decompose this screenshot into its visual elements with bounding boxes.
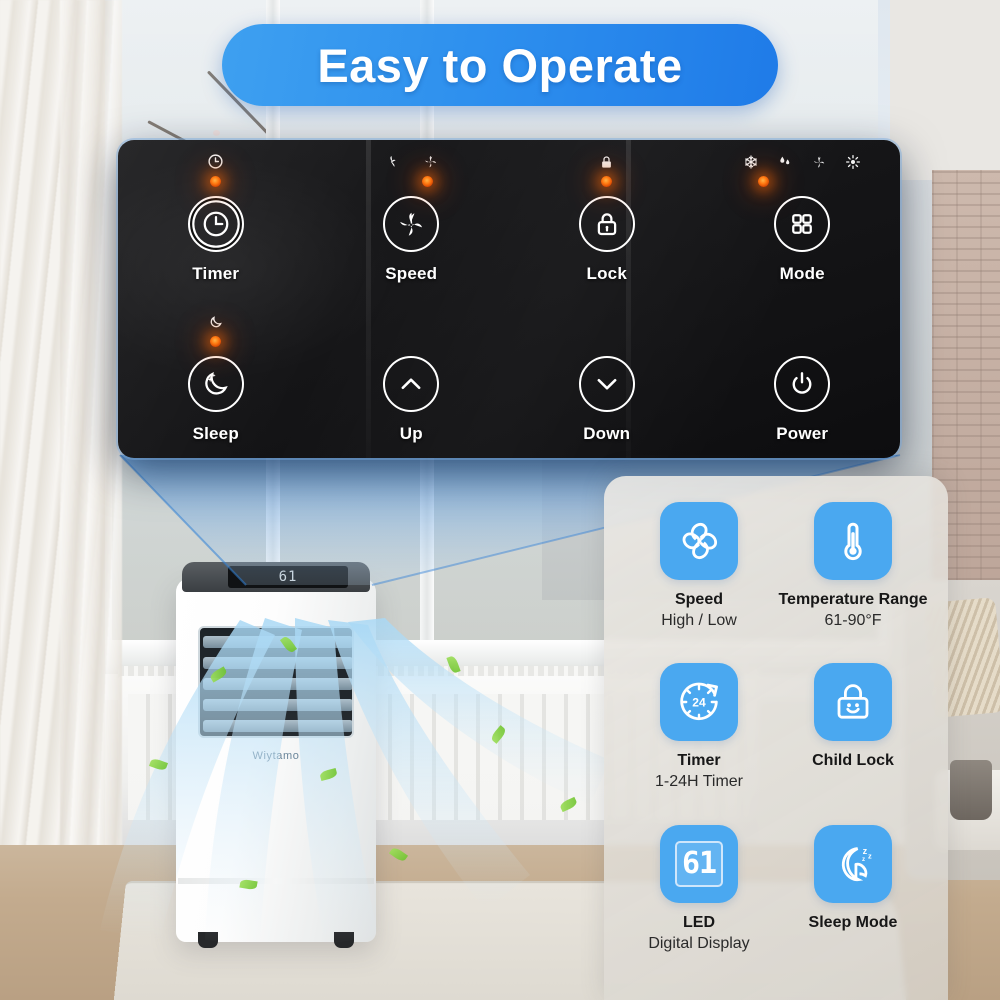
control-panel: Timer Speed Lock Mode Sleep Up Down Powe… [118, 140, 900, 458]
feature-title: Sleep Mode [808, 913, 898, 931]
lock-indicator-row [599, 140, 614, 170]
vase [950, 760, 992, 820]
power-button[interactable]: Power [705, 300, 901, 458]
feature-card-led: 61 LED Digital Display [622, 824, 776, 986]
timer-indicator-row [207, 140, 224, 170]
svg-text:z: z [863, 846, 868, 856]
mode-button[interactable]: Mode [705, 140, 901, 300]
timer-led [210, 175, 222, 187]
timer-button-label: Timer [192, 264, 240, 283]
sleep-indicator-row [208, 300, 224, 330]
feature-card-sleep-mode: z z z Sleep Mode [776, 824, 930, 986]
svg-text:z: z [862, 856, 865, 863]
mode-indicator-row [743, 140, 861, 170]
caster-wheel [334, 932, 354, 948]
feature-title: Temperature Range [778, 591, 928, 608]
feature-title: Speed [674, 591, 723, 608]
feature-card-temperature: Temperature Range 61-90°F [776, 502, 930, 663]
sleep-button[interactable]: Sleep [118, 300, 314, 458]
product-feature-image: Wiytamo 61 Timer Speed Lock Mode Sleep U… [0, 0, 1000, 1000]
clock-indicator-icon [207, 153, 224, 170]
speed-button-label: Speed [385, 264, 438, 283]
header-banner: Easy to Operate [222, 24, 778, 106]
speed-button-icon[interactable] [383, 196, 440, 252]
ac-air-vent [198, 626, 354, 738]
snowflake-indicator-icon [743, 154, 759, 170]
speed-button[interactable]: Speed [314, 140, 510, 300]
ac-display-value: 61 [278, 569, 298, 585]
feature-title: Timer [677, 752, 721, 770]
sleep-button-label: Sleep [192, 424, 239, 443]
timer-24h-icon: 24 [660, 663, 738, 742]
feature-subtitle: Digital Display [648, 934, 750, 952]
down-button-label: Down [583, 424, 631, 443]
timer-tile-text: 24 [692, 696, 706, 710]
ac-top-console: 61 [182, 562, 370, 592]
fan-high-indicator-icon [422, 153, 439, 170]
lock-button-icon[interactable] [578, 196, 635, 252]
sleep-moon-icon: z z z [814, 824, 892, 903]
feature-card-child-lock: Child Lock [776, 663, 930, 824]
feature-subtitle: High / Low [661, 612, 737, 629]
mode-cool-led [757, 175, 769, 187]
led-tile-text: 61 [681, 846, 717, 882]
thermometer-icon [814, 502, 892, 580]
feature-card-speed: Speed High / Low [622, 502, 776, 663]
water-drop-indicator-icon [777, 154, 793, 170]
sleep-led [210, 335, 222, 347]
down-button[interactable]: Down [509, 300, 705, 458]
lock-led [601, 175, 613, 187]
up-button-icon[interactable] [383, 356, 440, 412]
fan-low-indicator-icon [383, 153, 400, 170]
control-button-grid: Timer Speed Lock Mode Sleep Up Down Powe… [118, 140, 900, 458]
mode-button-label: Mode [779, 264, 825, 283]
feature-card-timer: 24 Timer 1-24H Timer [622, 663, 776, 824]
ac-trim-band [178, 878, 374, 884]
product-brand-label: Wiytamo [252, 750, 300, 762]
timer-button[interactable]: Timer [118, 140, 314, 300]
feature-panel: Speed High / Low Temperature Range 61-90… [604, 476, 948, 1000]
feature-title: Child Lock [812, 752, 894, 770]
ac-body: Wiytamo [176, 578, 376, 948]
sun-indicator-icon [845, 154, 861, 170]
power-button-icon[interactable] [774, 356, 831, 412]
caster-wheel [198, 932, 218, 948]
up-button[interactable]: Up [314, 300, 510, 458]
speed-low-led [389, 176, 400, 187]
speed-indicator-row [383, 140, 439, 170]
curtain-sheer [60, 0, 122, 900]
up-button-label: Up [399, 424, 423, 443]
fan-indicator-icon [811, 154, 827, 170]
ac-led-display: 61 [228, 566, 348, 588]
down-button-icon[interactable] [578, 356, 635, 412]
lock-indicator-icon [599, 154, 614, 170]
moon-indicator-icon [208, 314, 224, 330]
power-button-label: Power [776, 424, 829, 443]
led-tile-text-box: 61 [675, 840, 723, 887]
portable-air-conditioner: Wiytamo 61 [176, 562, 376, 948]
lock-button-label: Lock [586, 264, 627, 283]
feature-title: LED [683, 913, 715, 931]
led-display-icon: 61 [660, 824, 738, 903]
mode-button-icon[interactable] [774, 196, 831, 252]
page-title: Easy to Operate [317, 38, 683, 92]
child-lock-icon [814, 663, 892, 742]
svg-text:z: z [868, 851, 872, 860]
speed-high-led [422, 175, 434, 187]
feature-subtitle: 61-90°F [824, 612, 882, 629]
fan-blade-icon [660, 502, 738, 580]
feature-subtitle: 1-24H Timer [654, 773, 744, 791]
timer-button-icon[interactable] [187, 196, 244, 252]
sleep-button-icon[interactable] [187, 356, 244, 412]
lock-button[interactable]: Lock [509, 140, 705, 300]
